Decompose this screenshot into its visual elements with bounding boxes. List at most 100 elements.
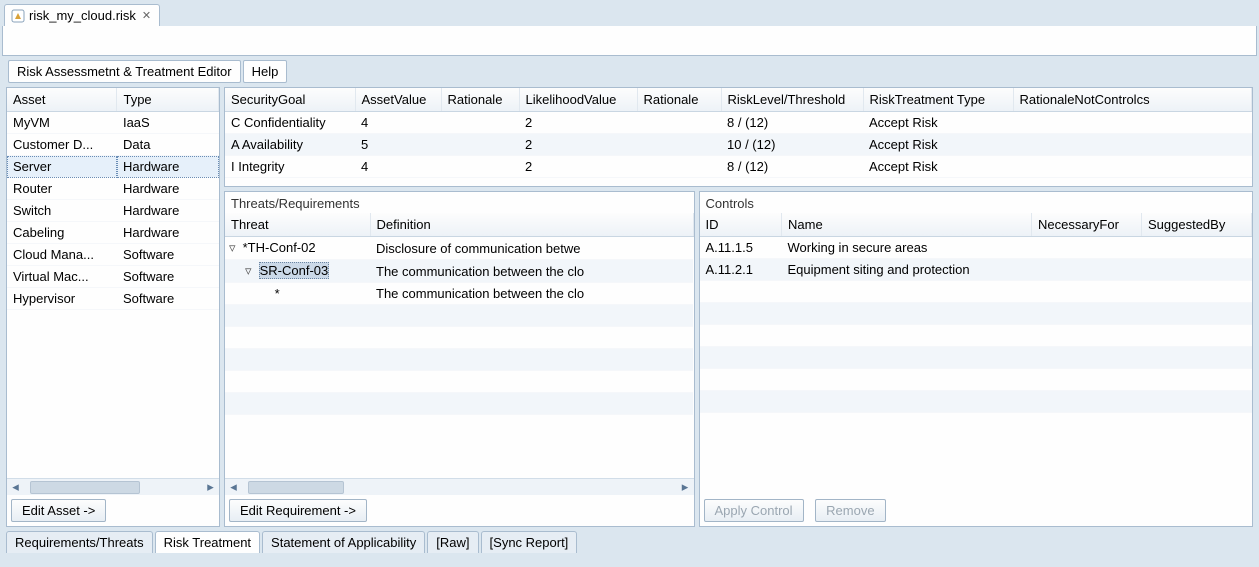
controls-label: Controls — [700, 192, 1253, 213]
threat-id: SR-Conf-03 — [259, 262, 330, 279]
risk-col-rationale2[interactable]: Rationale — [637, 88, 721, 112]
control-cell: A.11.2.1 — [700, 259, 782, 281]
scroll-left-icon[interactable]: ◂ — [225, 479, 242, 496]
risk-cell — [441, 156, 519, 178]
threat-id: *TH-Conf-02 — [243, 240, 316, 255]
threats-table[interactable]: Threat Definition ▿ *TH-Conf-02 Disclosur… — [225, 213, 694, 415]
edit-asset-button[interactable]: Edit Asset -> — [11, 499, 106, 522]
risk-col-securitygoal[interactable]: SecurityGoal — [225, 88, 355, 112]
view-tab[interactable]: [Raw] — [427, 531, 478, 553]
apply-control-button[interactable]: Apply Control — [704, 499, 804, 522]
scroll-left-icon[interactable]: ◂ — [7, 479, 24, 496]
control-cell — [1142, 259, 1252, 281]
risk-cell: A Availability — [225, 134, 355, 156]
control-row[interactable]: A.11.2.1Equipment siting and protection — [700, 259, 1252, 281]
view-tab[interactable]: Statement of Applicability — [262, 531, 425, 553]
asset-col-asset[interactable]: Asset — [7, 88, 117, 112]
risk-cell: I Integrity — [225, 156, 355, 178]
asset-cell-type: IaaS — [117, 112, 219, 134]
view-tab[interactable]: [Sync Report] — [481, 531, 578, 553]
threats-hscroll[interactable]: ◂ ▸ — [225, 478, 694, 495]
risk-col-rationale1[interactable]: Rationale — [441, 88, 519, 112]
risk-cell — [637, 156, 721, 178]
threat-row[interactable]: ▿ *TH-Conf-02 Disclosure of communication… — [225, 237, 693, 260]
threats-col-definition[interactable]: Definition — [370, 213, 693, 237]
asset-cell-asset: Server — [7, 156, 117, 178]
risk-col-assetvalue[interactable]: AssetValue — [355, 88, 441, 112]
control-cell: Equipment siting and protection — [782, 259, 1032, 281]
risk-row[interactable]: A Availability5210 / (12)Accept Risk — [225, 134, 1252, 156]
asset-row[interactable]: MyVMIaaS — [7, 112, 219, 134]
risk-cell: Accept Risk — [863, 112, 1013, 134]
asset-row[interactable]: CabelingHardware — [7, 222, 219, 244]
asset-cell-type: Software — [117, 288, 219, 310]
asset-row[interactable]: Cloud Mana...Software — [7, 244, 219, 266]
risk-table[interactable]: SecurityGoal AssetValue Rationale Likeli… — [225, 88, 1252, 178]
asset-cell-asset: Cabeling — [7, 222, 117, 244]
scroll-right-icon[interactable]: ▸ — [677, 479, 694, 496]
edit-requirement-button[interactable]: Edit Requirement -> — [229, 499, 367, 522]
asset-row[interactable]: HypervisorSoftware — [7, 288, 219, 310]
asset-cell-type: Software — [117, 244, 219, 266]
controls-col-suggested[interactable]: SuggestedBy — [1142, 213, 1252, 237]
file-tab-label: risk_my_cloud.risk — [29, 8, 136, 23]
threat-definition: The communication between the clo — [370, 260, 693, 283]
asset-row[interactable]: SwitchHardware — [7, 200, 219, 222]
controls-col-id[interactable]: ID — [700, 213, 782, 237]
asset-row[interactable]: Customer D...Data — [7, 134, 219, 156]
threat-id: * — [275, 286, 280, 301]
risk-cell: 4 — [355, 156, 441, 178]
control-row[interactable]: A.11.1.5Working in secure areas — [700, 237, 1252, 259]
controls-table[interactable]: ID Name NecessaryFor SuggestedBy Rationa… — [700, 213, 1253, 413]
risk-cell: 2 — [519, 112, 637, 134]
file-tab[interactable]: risk_my_cloud.risk ✕ — [4, 4, 160, 26]
risk-row[interactable]: I Integrity428 / (12)Accept Risk — [225, 156, 1252, 178]
risk-row[interactable]: C Confidentiality428 / (12)Accept Risk — [225, 112, 1252, 134]
risk-cell: 2 — [519, 134, 637, 156]
asset-row[interactable]: Virtual Mac...Software — [7, 266, 219, 288]
risk-col-rationalenc[interactable]: RationaleNotControlcs — [1013, 88, 1252, 112]
asset-cell-asset: Switch — [7, 200, 117, 222]
threats-label: Threats/Requirements — [225, 192, 694, 213]
risk-cell: 4 — [355, 112, 441, 134]
asset-table[interactable]: Asset Type MyVMIaaSCustomer D...DataServ… — [7, 88, 219, 310]
menu-help[interactable]: Help — [243, 60, 288, 83]
view-tab[interactable]: Requirements/Threats — [6, 531, 153, 553]
tree-toggle-icon[interactable]: ▿ — [229, 240, 239, 256]
risk-cell: 5 — [355, 134, 441, 156]
asset-row[interactable]: ServerHardware — [7, 156, 219, 178]
controls-col-name[interactable]: Name — [782, 213, 1032, 237]
controls-col-necessary[interactable]: NecessaryFor — [1032, 213, 1142, 237]
asset-cell-type: Hardware — [117, 178, 219, 200]
risk-cell — [441, 134, 519, 156]
risk-col-likelihood[interactable]: LikelihoodValue — [519, 88, 637, 112]
control-cell — [1032, 259, 1142, 281]
threats-col-threat[interactable]: Threat — [225, 213, 370, 237]
threat-row[interactable]: ▿ SR-Conf-03 The communication between th… — [225, 260, 693, 283]
risk-col-risklevel[interactable]: RiskLevel/Threshold — [721, 88, 863, 112]
risk-cell: 2 — [519, 156, 637, 178]
risk-cell — [637, 112, 721, 134]
menu-editor[interactable]: Risk Assessmetnt & Treatment Editor — [8, 60, 241, 83]
asset-col-type[interactable]: Type — [117, 88, 219, 112]
asset-cell-type: Hardware — [117, 200, 219, 222]
asset-hscroll[interactable]: ◂ ▸ — [7, 478, 219, 495]
asset-cell-type: Data — [117, 134, 219, 156]
risk-cell — [441, 112, 519, 134]
asset-row[interactable]: RouterHardware — [7, 178, 219, 200]
risk-cell — [1013, 156, 1252, 178]
view-tab[interactable]: Risk Treatment — [155, 531, 260, 553]
risk-cell: Accept Risk — [863, 156, 1013, 178]
asset-cell-asset: Router — [7, 178, 117, 200]
tree-toggle-icon[interactable]: ▿ — [245, 263, 255, 279]
threat-definition: Disclosure of communication betwe — [370, 237, 693, 260]
asset-cell-asset: Customer D... — [7, 134, 117, 156]
remove-button[interactable]: Remove — [815, 499, 885, 522]
close-icon[interactable]: ✕ — [140, 9, 153, 22]
threat-row[interactable]: *The communication between the clo — [225, 283, 693, 305]
control-cell: Working in secure areas — [782, 237, 1032, 259]
asset-cell-asset: Cloud Mana... — [7, 244, 117, 266]
risk-col-treatment[interactable]: RiskTreatment Type — [863, 88, 1013, 112]
scroll-right-icon[interactable]: ▸ — [202, 479, 219, 496]
asset-cell-type: Hardware — [117, 222, 219, 244]
